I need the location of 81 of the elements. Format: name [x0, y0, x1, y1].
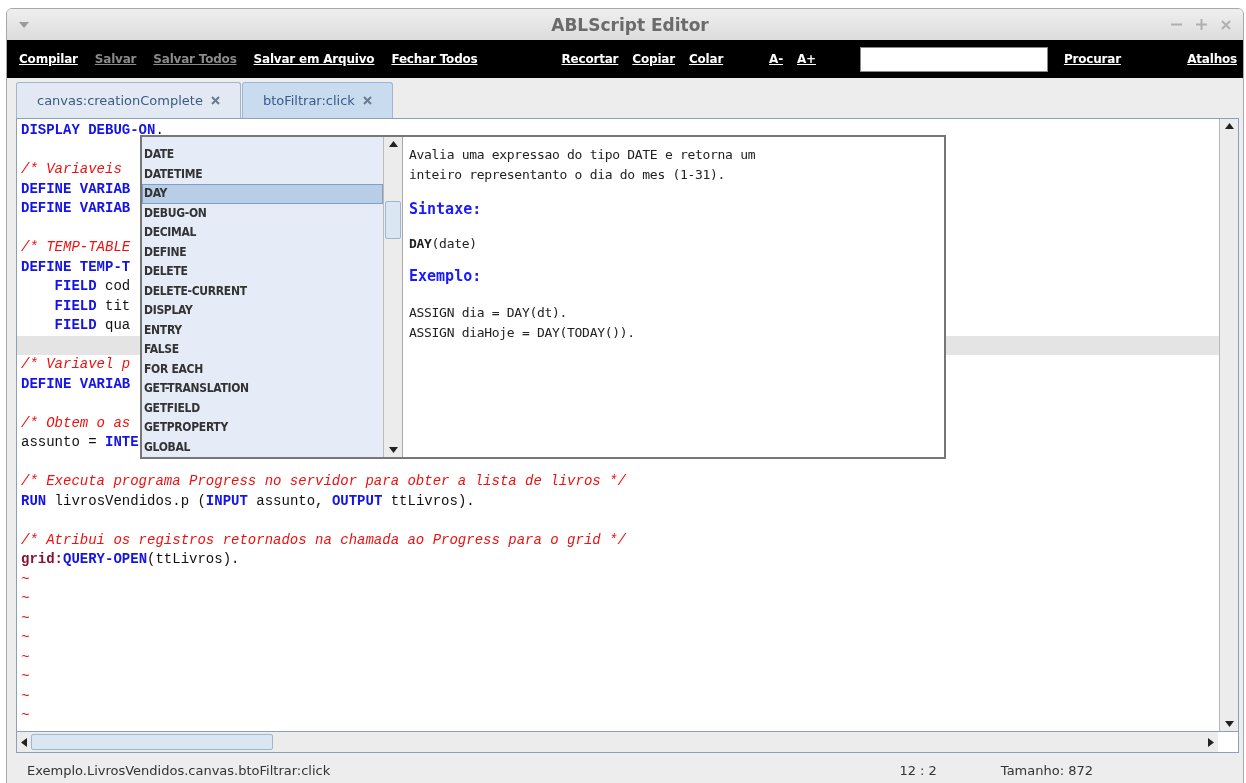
editor-tab[interactable]: btoFiltrar:click — [241, 82, 393, 118]
scroll-down-icon[interactable] — [388, 447, 398, 453]
file-size: Tamanho: 872 — [1000, 762, 1093, 778]
code-line: FIELD tit — [54, 296, 131, 316]
search-link[interactable]: Procurar — [1063, 52, 1121, 66]
code-line: RUN livrosVendidos.p (INPUT assunto, OUTPUT ttLivros). — [21, 491, 475, 511]
shortcuts-link[interactable]: Atalhos — [1187, 52, 1237, 66]
toolbar-link[interactable]: A- — [769, 52, 783, 66]
toolbar-link[interactable]: Compilar — [19, 52, 78, 66]
status-path: Exemplo.LivrosVendidos.canvas.btoFiltrar:click — [27, 762, 331, 778]
scroll-left-icon[interactable] — [21, 737, 27, 747]
search-field[interactable] — [859, 46, 1048, 72]
toolbar-link[interactable]: Copiar — [632, 52, 675, 66]
completion-item[interactable]: GLOBAL — [142, 437, 383, 457]
window-menu-icon[interactable] — [19, 21, 29, 28]
cursor-position: 12 : 2 — [899, 762, 937, 778]
completion-item[interactable]: DATE — [142, 145, 383, 165]
vertical-scrollbar[interactable] — [1219, 119, 1238, 731]
code-line: FIELD qua — [54, 316, 131, 335]
editor-tab[interactable]: canvas:creationComplete — [16, 82, 241, 118]
toolbar-link[interactable]: Salvar em Arquivo — [253, 52, 375, 66]
code-line: DISPLAY DEBUG-ON. — [21, 121, 164, 140]
scroll-right-icon[interactable] — [1208, 737, 1214, 747]
code-line: grid:QUERY-OPEN(ttLivros). — [21, 550, 240, 569]
scroll-up-icon[interactable] — [1224, 123, 1234, 129]
completion-item[interactable]: DELETE-CURRENT — [142, 281, 383, 301]
example-heading: Exemplo: — [409, 267, 483, 285]
description-text: Avalia uma expressao do tipo DATE e retorna um inteiro representanto o dia do mes (1-31). — [409, 146, 757, 184]
toolbar-link[interactable]: Colar — [688, 52, 724, 66]
code-line: ~ — [21, 706, 30, 725]
code-line: DEFINE TEMP-T — [21, 257, 131, 277]
completion-item[interactable]: DEBUG-ON — [142, 203, 383, 223]
code-line: /* Variaveis — [21, 160, 122, 179]
code-line: /* Atribui os registros retornados na chamada ao Progress para o grid */ — [21, 530, 626, 550]
code-line: assunto = INTE — [21, 433, 139, 452]
window-title: ABLScript Editor — [550, 14, 710, 35]
completion-item[interactable]: GETPROPERTY — [142, 418, 383, 438]
completion-item[interactable]: DAY — [142, 184, 383, 204]
code-line: ~ — [21, 667, 30, 686]
toolbar-link[interactable]: A+ — [797, 52, 816, 66]
completion-item[interactable]: DELETE — [142, 262, 383, 282]
code-line: ~ — [21, 569, 30, 589]
completion-item[interactable]: GETFIELD — [142, 398, 383, 418]
scroll-thumb[interactable] — [385, 201, 401, 239]
code-line: ~ — [21, 647, 30, 667]
completion-item[interactable]: ENTRY — [142, 320, 383, 340]
close-tab-icon[interactable] — [362, 96, 372, 105]
code-line: /* Obtem o as — [21, 413, 131, 433]
completion-item[interactable]: FALSE — [142, 340, 383, 360]
code-line: ~ — [21, 686, 30, 706]
completion-item[interactable]: DEFINE — [142, 242, 383, 262]
list-scrollbar[interactable] — [383, 137, 402, 457]
completion-item[interactable]: FOR EACH — [142, 359, 383, 379]
code-line: ~ — [21, 608, 30, 628]
code-line: /* TEMP-TABLE — [21, 238, 131, 257]
syntax-text: DAY(date) — [409, 236, 478, 251]
toolbar-link[interactable]: Fechar Todos — [391, 52, 478, 66]
scroll-up-icon[interactable] — [388, 141, 398, 147]
close-tab-icon[interactable] — [210, 96, 220, 105]
scroll-thumb[interactable] — [31, 734, 273, 750]
code-line: /* Executa programa Progress no servidor para obter a lista de livros */ — [21, 472, 626, 491]
code-editor[interactable] — [16, 118, 1239, 753]
syntax-heading: Sintaxe: — [409, 200, 483, 218]
completion-item[interactable]: DISPLAY — [142, 301, 383, 321]
completion-item[interactable]: DATETIME — [142, 164, 383, 184]
example-code-line: ASSIGN diaHoje = DAY(TODAY()). — [409, 323, 636, 342]
toolbar-link[interactable]: Recortar — [561, 52, 619, 66]
maximize-icon[interactable] — [1196, 19, 1207, 30]
close-icon[interactable] — [1221, 19, 1231, 30]
code-line: DEFINE VARIAB — [21, 199, 131, 218]
code-line: ~ — [21, 589, 30, 608]
code-line: ~ — [21, 628, 30, 647]
scroll-down-icon[interactable] — [1224, 721, 1234, 727]
completion-item[interactable]: GET-TRANSLATION — [142, 379, 383, 399]
code-line: /* Variavel p — [21, 355, 131, 374]
horizontal-scrollbar[interactable] — [17, 732, 1218, 752]
completion-item[interactable]: DECIMAL — [142, 223, 383, 243]
example-code-line: ASSIGN dia = DAY(dt). — [409, 304, 569, 322]
code-line: DEFINE VARIAB — [21, 179, 131, 199]
code-line: DEFINE VARIAB — [21, 374, 131, 394]
code-line: FIELD cod — [54, 277, 131, 296]
